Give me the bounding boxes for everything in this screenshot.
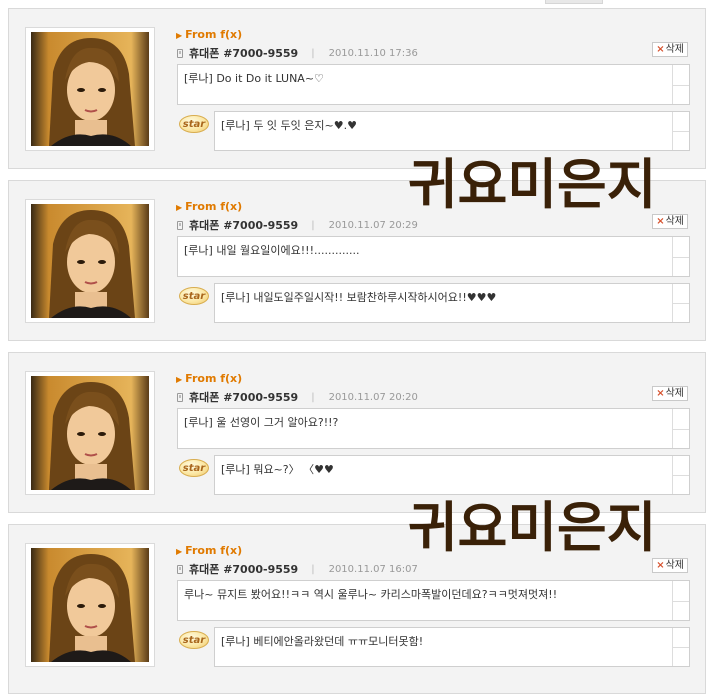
delete-x-icon: × (656, 216, 665, 227)
reply-text: [루나] 베티에안올라왔던데 ㅠㅠ모니터못함! (221, 635, 424, 648)
delete-x-icon: × (656, 44, 665, 55)
message-meta: 휴대폰 #7000-9559 | 2010.11.07 20:29 (177, 218, 418, 232)
sender-label: 휴대폰 #7000-9559 (189, 563, 299, 576)
star-badge: star (179, 459, 209, 477)
sender-label: 휴대폰 #7000-9559 (189, 219, 299, 232)
reply-text-box: [루나] 베티에안올라왔던데 ㅠㅠ모니터못함! (214, 627, 690, 667)
arrow-right-icon: ▶ (176, 375, 183, 384)
watermark-text: 귀요미은지 (408, 496, 657, 559)
message-datetime: 2010.11.07 16:07 (328, 563, 418, 575)
meta-separator: | (311, 47, 315, 59)
delete-button[interactable]: × 삭제 (652, 558, 688, 573)
message-meta: 휴대폰 #7000-9559 | 2010.11.10 17:36 (177, 46, 418, 60)
reply-scrollbar[interactable] (672, 456, 689, 494)
from-label: ▶ From f(x) (176, 200, 243, 213)
star-badge: star (179, 631, 209, 649)
profile-photo-frame (25, 199, 155, 323)
profile-photo (31, 204, 149, 318)
star-badge: star (179, 115, 209, 133)
profile-photo-frame (25, 543, 155, 667)
profile-photo-frame (25, 371, 155, 495)
watermark-text: 귀요미은지 (408, 153, 657, 216)
message-datetime: 2010.11.07 20:29 (328, 219, 418, 231)
delete-button[interactable]: × 삭제 (652, 214, 688, 229)
profile-photo (31, 32, 149, 146)
message-text-box: [루나] Do it Do it LUNA~♡ (177, 64, 690, 105)
reply-text: [루나] 뭐요~?〉 〈♥♥ (221, 463, 334, 476)
profile-photo (31, 376, 149, 490)
message-text: [루나] Do it Do it LUNA~♡ (184, 72, 324, 85)
from-label: ▶ From f(x) (176, 28, 243, 41)
message-scrollbar[interactable] (672, 581, 689, 620)
reply-scrollbar[interactable] (672, 112, 689, 150)
reply-scrollbar[interactable] (672, 284, 689, 322)
arrow-right-icon: ▶ (176, 203, 183, 212)
meta-separator: | (311, 391, 315, 403)
reply-scrollbar[interactable] (672, 628, 689, 666)
message-datetime: 2010.11.07 20:20 (328, 391, 418, 403)
message-text-box: [루나] 내일 월요일이에요!!!............. (177, 236, 690, 277)
profile-photo-frame (25, 27, 155, 151)
message-scrollbar[interactable] (672, 409, 689, 448)
reply-text: [루나] 내일도일주일시작!! 보람찬하루시작하시어요!!♥♥♥ (221, 291, 497, 304)
message-text: [루나] 내일 월요일이에요!!!............. (184, 244, 360, 257)
message-text: 루나~ 뮤지트 봤어요!!ㅋㅋ 역시 울루나~ 카리스마폭발이던데요?ㅋㅋ멋져멋… (184, 588, 558, 601)
phone-icon (177, 564, 183, 574)
from-label: ▶ From f(x) (176, 372, 243, 385)
reply-text-box: [루나] 내일도일주일시작!! 보람찬하루시작하시어요!!♥♥♥ (214, 283, 690, 323)
delete-button[interactable]: × 삭제 (652, 42, 688, 57)
meta-separator: | (311, 563, 315, 575)
phone-icon (177, 220, 183, 230)
reply-text: [루나] 두 잇 두잇 은지~♥.♥ (221, 119, 357, 132)
phone-icon (177, 392, 183, 402)
sender-label: 휴대폰 #7000-9559 (189, 391, 299, 404)
from-label: ▶ From f(x) (176, 544, 243, 557)
message-text: [루나] 울 선영이 그거 알아요?!!? (184, 416, 339, 429)
message-scrollbar[interactable] (672, 237, 689, 276)
delete-x-icon: × (656, 388, 665, 399)
phone-icon (177, 48, 183, 58)
profile-photo (31, 548, 149, 662)
arrow-right-icon: ▶ (176, 31, 183, 40)
arrow-right-icon: ▶ (176, 547, 183, 556)
message-scrollbar[interactable] (672, 65, 689, 104)
message-text-box: [루나] 울 선영이 그거 알아요?!!? (177, 408, 690, 449)
delete-x-icon: × (656, 560, 665, 571)
message-text-box: 루나~ 뮤지트 봤어요!!ㅋㅋ 역시 울루나~ 카리스마폭발이던데요?ㅋㅋ멋져멋… (177, 580, 690, 621)
sender-label: 휴대폰 #7000-9559 (189, 47, 299, 60)
top-tab-stub (545, 0, 603, 4)
message-meta: 휴대폰 #7000-9559 | 2010.11.07 16:07 (177, 562, 418, 576)
message-datetime: 2010.11.10 17:36 (328, 47, 418, 59)
delete-button[interactable]: × 삭제 (652, 386, 688, 401)
meta-separator: | (311, 219, 315, 231)
message-meta: 휴대폰 #7000-9559 | 2010.11.07 20:20 (177, 390, 418, 404)
star-badge: star (179, 287, 209, 305)
